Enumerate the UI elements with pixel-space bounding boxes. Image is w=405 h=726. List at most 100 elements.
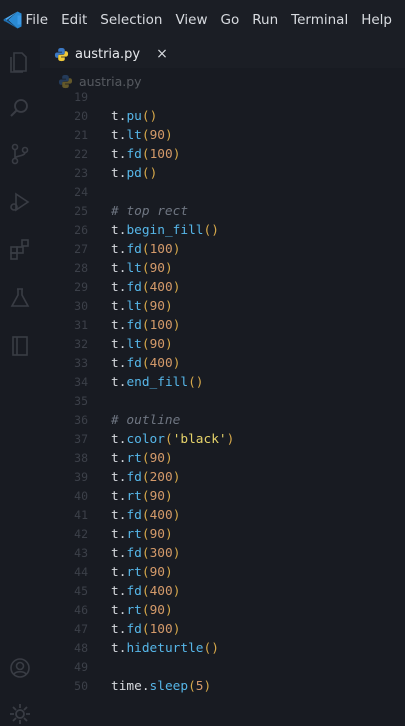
code-line[interactable]: 22 t.fd(100) xyxy=(40,145,405,164)
code-line[interactable]: 32 t.lt(90) xyxy=(40,335,405,354)
code-token-fn: lt xyxy=(126,128,142,143)
code-token-num: 90 xyxy=(149,451,165,466)
code-token-num: 90 xyxy=(149,299,165,314)
account-icon[interactable] xyxy=(8,656,32,680)
vscode-logo-icon[interactable] xyxy=(0,0,26,40)
code-token-num: 5 xyxy=(195,679,204,694)
code-token-num: 100 xyxy=(149,242,173,257)
code-line[interactable]: 47 t.fd(100) xyxy=(40,620,405,639)
search-icon[interactable] xyxy=(8,96,32,120)
code-token-var: t xyxy=(111,280,119,295)
code-token-fn: fd xyxy=(126,546,142,561)
code-line[interactable]: 40 t.rt(90) xyxy=(40,487,405,506)
activity-bar xyxy=(0,40,40,724)
code-line[interactable]: 45 t.fd(400) xyxy=(40,582,405,601)
code-token-str: 'black' xyxy=(172,432,227,447)
menu-help[interactable]: Help xyxy=(361,12,392,28)
code-line[interactable]: 38 t.rt(90) xyxy=(40,449,405,468)
code-line[interactable]: 28 t.lt(90) xyxy=(40,259,405,278)
code-line[interactable]: 20 t.pu() xyxy=(40,107,405,126)
code-line[interactable]: 33 t.fd(400) xyxy=(40,354,405,373)
code-line[interactable]: 39 t.fd(200) xyxy=(40,468,405,487)
code-line[interactable]: 35 xyxy=(40,392,405,411)
code-line[interactable]: 31 t.fd(100) xyxy=(40,316,405,335)
close-icon[interactable]: × xyxy=(156,46,168,62)
code-line[interactable]: 42 t.rt(90) xyxy=(40,525,405,544)
code-token-fn: rt xyxy=(126,565,142,580)
code-token-paren: ) xyxy=(226,432,235,447)
code-token-comment: # top rect xyxy=(111,204,189,219)
code-token-paren: ) xyxy=(172,242,181,257)
code-line[interactable]: 48 t.hideturtle() xyxy=(40,639,405,658)
code-token-num: 100 xyxy=(149,318,173,333)
code-line[interactable]: 24 xyxy=(40,183,405,202)
code-token-paren: () xyxy=(188,375,204,390)
menu-edit[interactable]: Edit xyxy=(61,12,87,28)
code-line[interactable]: 50 time.sleep(5) xyxy=(40,677,405,696)
code-token-paren: ) xyxy=(165,489,173,504)
extensions-icon[interactable] xyxy=(8,238,32,262)
code-token-num: 100 xyxy=(149,147,173,162)
code-token-var: t xyxy=(111,375,119,390)
menu-file[interactable]: File xyxy=(26,12,49,28)
code-text: t.fd(100) xyxy=(111,620,180,639)
code-token-paren: ( xyxy=(141,318,150,333)
code-token-paren: () xyxy=(203,223,219,238)
code-token-paren: ( xyxy=(141,470,150,485)
code-line[interactable]: 37 t.color('black') xyxy=(40,430,405,449)
code-line[interactable]: 36 # outline xyxy=(40,411,405,430)
code-line[interactable]: 26 t.begin_fill() xyxy=(40,221,405,240)
code-token-fn: rt xyxy=(126,527,142,542)
line-number: 25 xyxy=(74,204,88,218)
tab-austria-py[interactable]: austria.py × xyxy=(40,40,168,68)
code-text: t.rt(90) xyxy=(111,487,173,506)
code-line[interactable]: 23 t.pd() xyxy=(40,164,405,183)
code-token-var: t xyxy=(111,109,119,124)
menu-selection[interactable]: Selection xyxy=(100,12,162,28)
code-token-paren: ( xyxy=(141,356,150,371)
line-number: 27 xyxy=(74,242,88,256)
code-token-fn: sleep xyxy=(149,679,189,694)
line-number: 49 xyxy=(74,660,88,674)
testing-flask-icon[interactable] xyxy=(8,286,32,310)
code-line[interactable]: 43 t.fd(300) xyxy=(40,544,405,563)
code-line[interactable]: 49 xyxy=(40,658,405,677)
code-line[interactable]: 41 t.fd(400) xyxy=(40,506,405,525)
code-token-var: t xyxy=(111,470,119,485)
code-line[interactable]: 27 t.fd(100) xyxy=(40,240,405,259)
code-line[interactable]: 46 t.rt(90) xyxy=(40,601,405,620)
line-number: 34 xyxy=(74,375,88,389)
code-token-num: 400 xyxy=(149,280,173,295)
code-line[interactable]: 21 t.lt(90) xyxy=(40,126,405,145)
code-line[interactable]: 34 t.end_fill() xyxy=(40,373,405,392)
code-token-num: 90 xyxy=(149,128,165,143)
line-number: 48 xyxy=(74,641,88,655)
notebook-icon[interactable] xyxy=(8,334,32,358)
code-line[interactable]: 29 t.fd(400) xyxy=(40,278,405,297)
code-text: t.rt(90) xyxy=(111,563,173,582)
code-token-paren: ) xyxy=(172,584,181,599)
code-token-paren: ( xyxy=(141,299,150,314)
code-line[interactable]: 44 t.rt(90) xyxy=(40,563,405,582)
explorer-icon[interactable] xyxy=(8,50,32,74)
source-control-icon[interactable] xyxy=(8,142,32,166)
menu-view[interactable]: View xyxy=(175,12,207,28)
code-token-paren: ( xyxy=(141,622,150,637)
run-debug-icon[interactable] xyxy=(8,190,32,214)
code-token-fn: pd xyxy=(126,166,142,181)
settings-gear-icon[interactable] xyxy=(8,702,32,726)
line-number: 40 xyxy=(74,489,88,503)
code-text: t.rt(90) xyxy=(111,449,173,468)
code-text: t.lt(90) xyxy=(111,297,173,316)
code-token-var: t xyxy=(111,584,119,599)
code-token-num: 90 xyxy=(149,261,165,276)
code-token-var: t xyxy=(111,261,119,276)
menu-terminal[interactable]: Terminal xyxy=(291,12,348,28)
code-text: time.sleep(5) xyxy=(111,677,211,696)
code-line[interactable]: 19 xyxy=(40,88,405,107)
line-number: 47 xyxy=(74,622,88,636)
code-line[interactable]: 30 t.lt(90) xyxy=(40,297,405,316)
menu-go[interactable]: Go xyxy=(221,12,240,28)
menu-run[interactable]: Run xyxy=(252,12,278,28)
code-line[interactable]: 25 # top rect xyxy=(40,202,405,221)
